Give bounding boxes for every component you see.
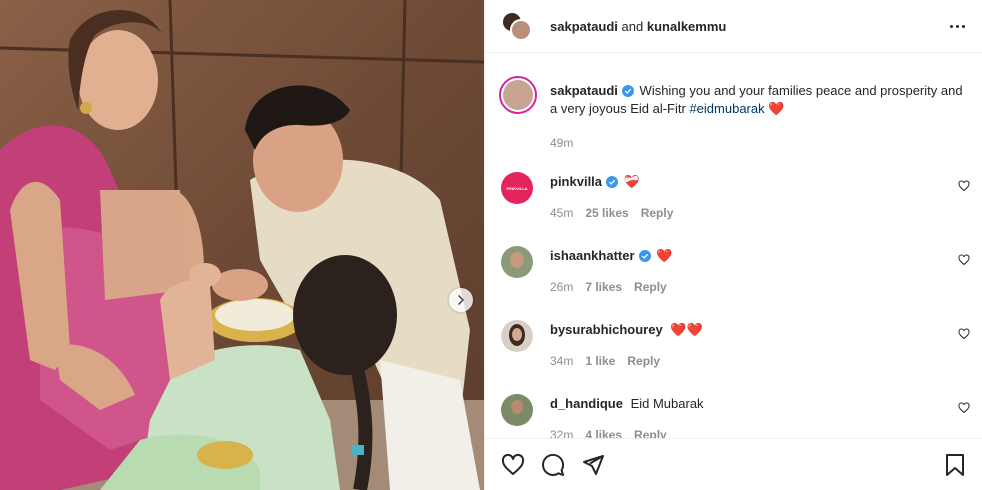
comment-likes[interactable]: 1 like xyxy=(585,354,615,368)
avatar-label: PINKVILLA xyxy=(506,185,528,191)
comment-likes[interactable]: 25 likes xyxy=(585,206,628,220)
share-icon[interactable] xyxy=(581,453,605,477)
post-photo[interactable] xyxy=(0,0,484,490)
comment-time: 34m xyxy=(550,354,574,368)
comment-text: d_handique Eid Mubarak xyxy=(550,395,970,413)
avatar xyxy=(510,19,532,41)
comment-username[interactable]: bysurabhichourey xyxy=(550,322,663,337)
action-bar xyxy=(485,438,982,490)
caption-meta: 49m xyxy=(550,136,585,150)
collab-avatars[interactable] xyxy=(501,11,535,45)
chevron-right-icon xyxy=(458,295,465,305)
comment-meta: 26m 7 likes Reply xyxy=(550,280,679,294)
heart-icon[interactable] xyxy=(958,402,970,414)
author-link[interactable]: kunalkemmu xyxy=(647,19,726,34)
comment-body: ❤️❤️ xyxy=(670,322,703,337)
author-joiner: and xyxy=(621,19,644,34)
avatar[interactable] xyxy=(501,394,533,426)
caption-time: 49m xyxy=(550,136,574,150)
comment-username[interactable]: pinkvilla xyxy=(550,174,602,189)
avatar[interactable] xyxy=(499,76,537,114)
comment-username[interactable]: ishaankhatter xyxy=(550,248,635,263)
avatar[interactable] xyxy=(501,246,533,278)
comment-username[interactable]: d_handique xyxy=(550,396,623,411)
hashtag-link[interactable]: #eidmubarak xyxy=(689,101,764,116)
comment-text: ishaankhatter ❤️ xyxy=(550,247,970,265)
comment-likes[interactable]: 4 likes xyxy=(585,428,622,438)
caption-username[interactable]: sakpataudi xyxy=(550,83,618,98)
post-header: sakpataudi and kunalkemmu xyxy=(485,0,982,53)
post-authors: sakpataudi and kunalkemmu xyxy=(550,19,726,34)
reply-button[interactable]: Reply xyxy=(641,206,674,220)
heart-icon[interactable] xyxy=(958,328,970,340)
comment-body: Eid Mubarak xyxy=(630,396,704,411)
comment-meta: 34m 1 like Reply xyxy=(550,354,672,368)
heart-icon[interactable] xyxy=(958,180,970,192)
verified-icon xyxy=(606,176,619,188)
heart-icon[interactable] xyxy=(501,453,525,477)
comment-time: 26m xyxy=(550,280,574,294)
comment-time: 45m xyxy=(550,206,574,220)
reply-button[interactable]: Reply xyxy=(634,280,667,294)
comment-text: bysurabhichourey ❤️❤️ xyxy=(550,321,970,339)
avatar[interactable]: PINKVILLA xyxy=(501,172,533,204)
heart-icon[interactable] xyxy=(958,254,970,266)
post-side-panel: sakpataudi and kunalkemmu sakpataudi Wis… xyxy=(484,0,982,490)
comment-time: 32m xyxy=(550,428,574,438)
more-options-icon[interactable] xyxy=(947,18,967,34)
verified-icon xyxy=(621,85,634,97)
reply-button[interactable]: Reply xyxy=(627,354,660,368)
instagram-post: sakpataudi and kunalkemmu sakpataudi Wis… xyxy=(0,0,982,490)
comment-meta: 32m 4 likes Reply xyxy=(550,428,679,438)
caption-emoji: ❤️ xyxy=(768,101,785,116)
post-image xyxy=(0,0,484,490)
comment-text: pinkvilla ❤️‍🩹 xyxy=(550,173,970,191)
caption-text: sakpataudi Wishing you and your families… xyxy=(550,82,970,118)
comment-meta: 45m 25 likes Reply xyxy=(550,206,685,220)
comment-body: ❤️ xyxy=(656,248,673,263)
comment-likes[interactable]: 7 likes xyxy=(585,280,622,294)
author-link[interactable]: sakpataudi xyxy=(550,19,618,34)
avatar[interactable] xyxy=(501,320,533,352)
comment-body: ❤️‍🩹 xyxy=(623,174,640,189)
next-image-button[interactable] xyxy=(449,288,473,312)
comments-list[interactable]: sakpataudi Wishing you and your families… xyxy=(485,54,982,438)
verified-icon xyxy=(638,250,651,262)
bookmark-icon[interactable] xyxy=(943,453,967,477)
comment-icon[interactable] xyxy=(541,453,565,477)
reply-button[interactable]: Reply xyxy=(634,428,667,438)
